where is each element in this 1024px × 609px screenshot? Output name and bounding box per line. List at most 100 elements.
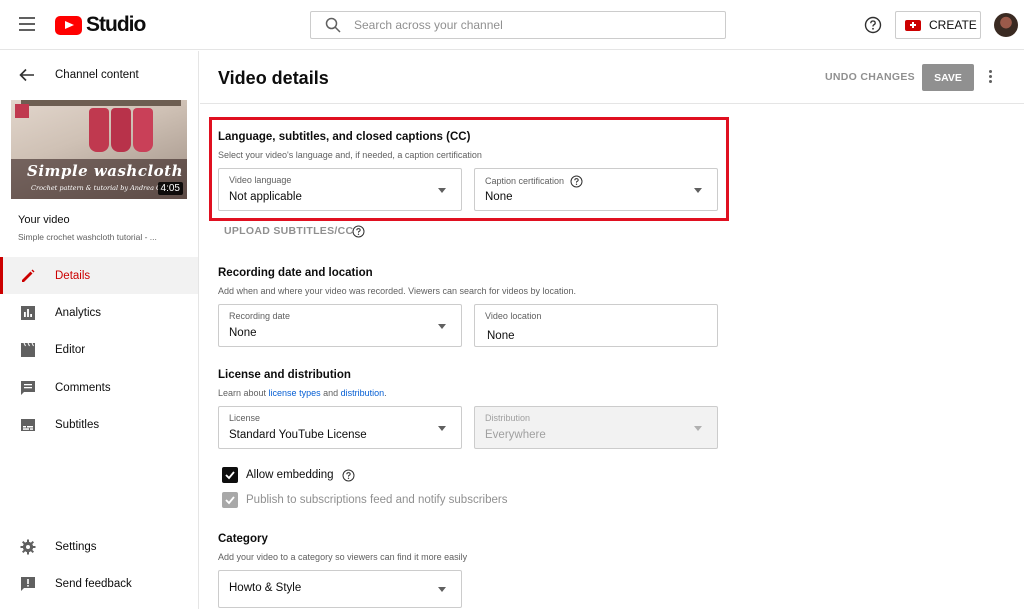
feedback-icon	[21, 576, 35, 591]
studio-logo[interactable]: Studio	[55, 13, 146, 37]
page-title: Video details	[218, 68, 329, 88]
field-label: Video language	[229, 175, 292, 185]
help-icon[interactable]	[864, 16, 882, 34]
thumbnail-rack	[21, 100, 181, 106]
sidebar-item-settings[interactable]: Settings	[0, 528, 198, 565]
thumbnail-cloth	[111, 108, 131, 152]
field-label: Recording date	[229, 311, 291, 321]
dropdown-arrow-icon	[438, 324, 446, 329]
sidebar-item-label: Editor	[55, 343, 86, 356]
check-icon	[225, 496, 235, 505]
menu-icon[interactable]	[19, 17, 35, 31]
upload-subtitles-button[interactable]: UPLOAD SUBTITLES/CC	[224, 225, 353, 237]
thumbnail-cloth	[89, 108, 109, 152]
search-icon	[325, 17, 341, 33]
category-section-title: Category	[218, 533, 268, 545]
video-thumbnail[interactable]: Simple washcloth Crochet pattern & tutor…	[11, 100, 187, 199]
video-plus-icon	[905, 19, 921, 31]
sidebar-item-label: Send feedback	[55, 577, 132, 590]
help-icon[interactable]	[352, 225, 365, 238]
allow-embedding-checkbox[interactable]	[222, 467, 238, 483]
search-input[interactable]	[354, 18, 694, 32]
sidebar-item-label: Settings	[55, 540, 97, 553]
dropdown-arrow-icon	[438, 426, 446, 431]
arrow-left-icon	[19, 68, 34, 82]
field-label: Caption certification	[485, 175, 583, 188]
allow-embedding-row: Allow embedding	[222, 466, 355, 484]
field-value: None	[487, 330, 515, 342]
back-to-channel-content[interactable]: Channel content	[0, 63, 199, 87]
channel-logo-icon	[15, 104, 29, 118]
page-header: Video details UNDO CHANGES SAVE	[200, 51, 1024, 104]
pencil-icon	[22, 269, 35, 282]
language-section-title: Language, subtitles, and closed captions…	[218, 131, 471, 143]
sidebar-item-label: Subtitles	[55, 418, 100, 431]
license-desc-and: and	[320, 388, 341, 398]
allow-embedding-label: Allow embedding	[246, 469, 334, 481]
license-section-title: License and distribution	[218, 369, 351, 381]
video-title: Simple crochet washcloth tutorial - ...	[18, 232, 157, 242]
sidebar-item-details[interactable]: Details	[0, 257, 198, 294]
field-value: Standard YouTube License	[229, 429, 367, 441]
sidebar-item-analytics[interactable]: Analytics	[0, 294, 198, 331]
thumbnail-title: Simple washcloth	[27, 162, 184, 180]
thumbnail-subtitle: Crochet pattern & tutorial by Andrea Cr	[31, 184, 165, 192]
distribution-link[interactable]: distribution	[341, 388, 385, 398]
field-value: Not applicable	[229, 191, 302, 203]
sidebar-item-comments[interactable]: Comments	[0, 369, 198, 406]
dropdown-arrow-icon	[694, 188, 702, 193]
language-section-desc: Select your video's language and, if nee…	[218, 150, 482, 160]
gear-icon	[20, 539, 36, 554]
field-label: Distribution	[485, 413, 531, 423]
create-label: CREATE	[929, 18, 977, 32]
caption-certification-select[interactable]: Caption certification None	[474, 168, 718, 211]
recording-section-desc: Add when and where your video was record…	[218, 286, 577, 296]
field-value: Howto & Style	[229, 582, 302, 594]
video-language-select[interactable]: Video language Not applicable	[218, 168, 462, 211]
field-label: Video location	[485, 311, 542, 321]
category-section-desc: Add your video to a category so viewers …	[218, 552, 468, 562]
sidebar-item-label: Comments	[55, 381, 111, 394]
subtitles-icon	[21, 418, 35, 431]
search-box[interactable]	[310, 11, 726, 39]
dropdown-arrow-icon	[438, 188, 446, 193]
undo-changes-button[interactable]: UNDO CHANGES	[825, 71, 915, 83]
top-bar: Studio CREATE	[0, 0, 1024, 50]
sidebar-item-label: Analytics	[55, 306, 102, 319]
license-types-link[interactable]: license types	[269, 388, 321, 398]
dropdown-arrow-icon	[438, 587, 446, 592]
sidebar-item-feedback[interactable]: Send feedback	[0, 565, 198, 602]
back-label: Channel content	[55, 69, 139, 81]
thumbnail-cloth	[133, 108, 153, 152]
license-section-desc: Learn about license types and distributi…	[218, 388, 387, 398]
publish-feed-label: Publish to subscriptions feed and notify…	[246, 494, 508, 506]
category-select[interactable]: Howto & Style	[218, 570, 462, 608]
sidebar-item-subtitles[interactable]: Subtitles	[0, 406, 198, 443]
avatar[interactable]	[994, 13, 1018, 37]
video-location-input[interactable]: Video location None	[474, 304, 718, 347]
check-icon	[225, 471, 235, 480]
help-icon[interactable]	[570, 175, 583, 188]
youtube-logo-icon	[55, 15, 82, 35]
save-button[interactable]: SAVE	[922, 64, 974, 91]
license-desc-prefix: Learn about	[218, 388, 269, 398]
your-video-label: Your video	[18, 214, 70, 226]
sidebar-item-editor[interactable]: Editor	[0, 331, 198, 368]
license-select[interactable]: License Standard YouTube License	[218, 406, 462, 449]
duration-badge: 4:05	[157, 182, 183, 195]
more-options-icon[interactable]	[986, 70, 994, 86]
field-value: Everywhere	[485, 429, 546, 441]
dropdown-arrow-icon	[694, 426, 702, 431]
help-icon[interactable]	[342, 469, 355, 482]
sidebar: Channel content Simple washcloth Crochet…	[0, 51, 199, 609]
field-value: None	[229, 327, 257, 339]
recording-date-select[interactable]: Recording date None	[218, 304, 462, 347]
field-value: None	[485, 191, 513, 203]
publish-feed-row: Publish to subscriptions feed and notify…	[222, 491, 507, 509]
license-desc-suffix: .	[384, 388, 387, 398]
create-button[interactable]: CREATE	[895, 11, 981, 39]
comment-icon	[21, 380, 35, 395]
clapperboard-icon	[21, 342, 35, 357]
recording-section-title: Recording date and location	[218, 267, 373, 279]
field-label-text: Caption certification	[485, 175, 565, 186]
